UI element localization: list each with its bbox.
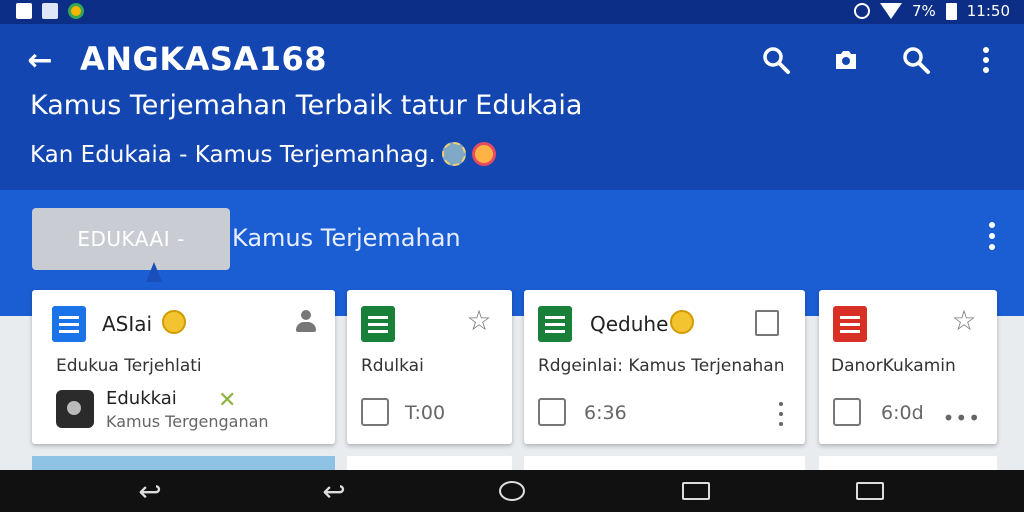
smile-emoji-icon bbox=[471, 142, 496, 166]
pointer-cursor-icon bbox=[146, 262, 162, 282]
search-button[interactable] bbox=[756, 40, 796, 80]
app-title: ANGKASA168 bbox=[80, 40, 327, 78]
home-icon bbox=[499, 481, 525, 501]
more-vert-icon bbox=[989, 222, 995, 229]
back-icon: ↩ bbox=[138, 474, 162, 508]
owner-subtitle: Kamus Tergenganan bbox=[106, 412, 269, 431]
edit-file-icon bbox=[833, 398, 861, 426]
secondary-text: Kan Edukaia - Kamus Terjemanhag. bbox=[30, 142, 436, 168]
camera-icon bbox=[836, 51, 856, 69]
edit-icon[interactable] bbox=[755, 310, 779, 336]
dot bbox=[779, 422, 783, 426]
overflow-menu-button[interactable] bbox=[966, 40, 1006, 80]
slides-icon bbox=[538, 306, 572, 342]
search-icon bbox=[763, 47, 790, 74]
back-button[interactable]: ← bbox=[22, 42, 58, 78]
nav-recents-button[interactable] bbox=[674, 478, 718, 504]
file-card[interactable]: ☆ Rdulkai T:00 bbox=[347, 290, 512, 444]
arrow-back-icon: ← bbox=[27, 42, 53, 78]
tab-chip[interactable]: EDUKAAI - bbox=[32, 208, 230, 270]
app-bar-actions bbox=[756, 40, 1006, 80]
battery-percent: 7% bbox=[911, 2, 936, 20]
forms-icon bbox=[833, 306, 867, 342]
file-type-icon bbox=[538, 398, 566, 426]
nav-back-button[interactable]: ↩ bbox=[128, 475, 172, 508]
card-more-button[interactable] bbox=[777, 402, 785, 426]
search-button-secondary[interactable] bbox=[896, 40, 936, 80]
card-title: Qeduhe bbox=[590, 312, 669, 336]
search-icon bbox=[903, 47, 930, 74]
dot bbox=[989, 243, 995, 250]
star-icon[interactable]: ☆ bbox=[464, 306, 494, 336]
nav-home-button[interactable] bbox=[490, 478, 534, 504]
app-bar: ← ANGKASA168 Kamus Terjemahan Terbaik ta… bbox=[0, 24, 1024, 190]
sheets-icon bbox=[361, 306, 395, 342]
avatar bbox=[56, 390, 94, 428]
wifi-icon bbox=[879, 3, 902, 19]
status-notifications bbox=[16, 3, 84, 19]
nav-recents-button-2[interactable] bbox=[848, 478, 892, 504]
notification-r-icon bbox=[16, 3, 32, 19]
alarm-icon bbox=[853, 3, 870, 19]
close-x-icon[interactable]: ✕ bbox=[218, 388, 236, 413]
notification-app-icon bbox=[68, 3, 84, 19]
more-horiz-icon[interactable]: ••• bbox=[943, 406, 981, 430]
file-card[interactable]: ASIai Edukua Terjehlati Edukkai ✕ Kamus … bbox=[32, 290, 335, 444]
star-icon[interactable]: ☆ bbox=[949, 306, 979, 336]
file-type-icon bbox=[361, 398, 389, 426]
dot bbox=[779, 412, 783, 416]
card-text: Rdulkai bbox=[361, 356, 424, 376]
emoji-face-icon bbox=[670, 310, 694, 334]
card-title: ASIai bbox=[102, 312, 153, 336]
file-card[interactable]: ☆ DanorKukamin 6:0d ••• bbox=[819, 290, 997, 444]
card-time: 6:0d bbox=[881, 402, 924, 424]
more-vert-icon bbox=[983, 47, 989, 73]
docs-icon bbox=[52, 306, 86, 342]
globe-emoji-icon bbox=[441, 142, 466, 166]
status-system: 7% 11:50 bbox=[853, 2, 1010, 20]
status-bar: 7% 11:50 bbox=[0, 0, 1024, 24]
camera-button[interactable] bbox=[826, 40, 866, 80]
nav-back-button-2[interactable]: ↩ bbox=[312, 475, 356, 508]
system-nav-bar: ↩ ↩ bbox=[0, 470, 1024, 512]
app-secondary-line: Kan Edukaia - Kamus Terjemanhag. bbox=[30, 142, 496, 168]
card-text: Rdgeinlai: Kamus Terjenahan bbox=[538, 356, 785, 376]
notification-n-icon bbox=[42, 3, 58, 19]
back-icon: ↩ bbox=[322, 474, 346, 508]
app-subtitle: Kamus Terjemahan Terbaik tatur Edukaia bbox=[30, 90, 583, 121]
file-card[interactable]: Qeduhe Rdgeinlai: Kamus Terjenahan 6:36 bbox=[524, 290, 805, 444]
shared-person-icon[interactable] bbox=[295, 310, 317, 334]
emoji-face-icon bbox=[162, 310, 186, 334]
more-vert-icon bbox=[779, 402, 783, 406]
owner-name: Edukkai bbox=[106, 388, 177, 409]
tab-label[interactable]: Kamus Terjemahan bbox=[232, 224, 461, 252]
card-text: DanorKukamin bbox=[831, 356, 956, 376]
card-time: T:00 bbox=[405, 402, 446, 424]
recents-icon bbox=[856, 482, 884, 500]
battery-icon bbox=[945, 2, 957, 20]
dot bbox=[989, 232, 995, 239]
card-time: 6:36 bbox=[584, 402, 627, 424]
clock: 11:50 bbox=[966, 2, 1010, 20]
card-text: Edukua Terjehlati bbox=[56, 356, 202, 376]
tab-more-button[interactable] bbox=[982, 220, 1002, 252]
recents-icon bbox=[682, 482, 710, 500]
